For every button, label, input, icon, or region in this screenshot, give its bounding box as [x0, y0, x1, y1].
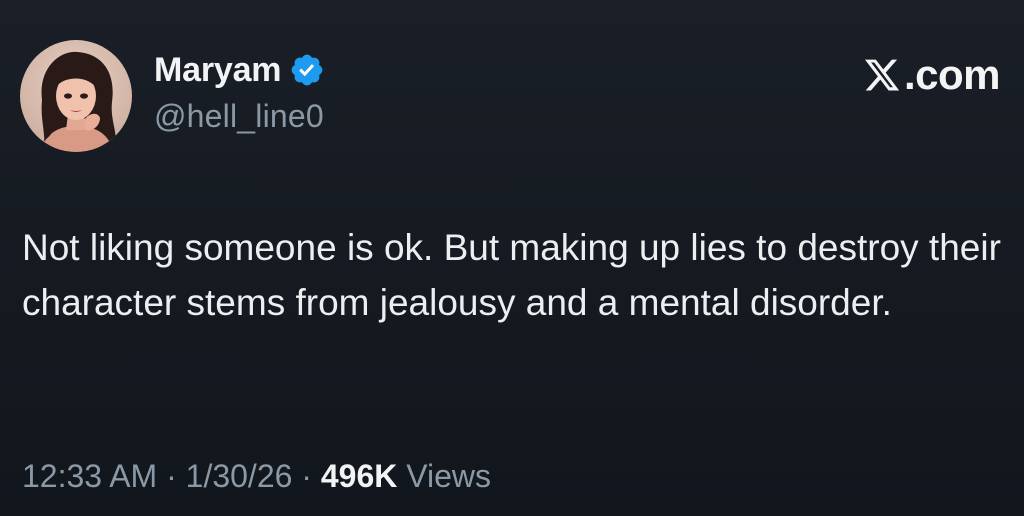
tweet-meta: 12:33 AM · 1/30/26 · 496K Views: [22, 458, 491, 495]
meta-separator: ·: [166, 458, 177, 494]
author-name-row: Maryam: [154, 48, 325, 92]
author-handle[interactable]: @hell_line0: [154, 98, 324, 135]
tweet-text: Not liking someone is ok. But making up …: [22, 227, 1001, 323]
views-count[interactable]: 496K: [321, 458, 398, 494]
avatar-illustration: [20, 40, 132, 152]
tweet-card: Maryam @hell_line0 .com Not liking someo…: [0, 0, 1024, 516]
meta-separator: ·: [301, 458, 312, 494]
tweet-time[interactable]: 12:33 AM: [22, 458, 157, 494]
tweet-date[interactable]: 1/30/26: [186, 458, 293, 494]
author-display-name[interactable]: Maryam: [154, 51, 282, 90]
verified-badge-icon: [291, 54, 323, 86]
brand-logo: .com: [862, 51, 1001, 98]
brand-domain-text: .com: [903, 51, 1001, 98]
views-label: Views: [406, 458, 492, 494]
avatar[interactable]: [20, 40, 132, 152]
x-logo-icon: [864, 59, 900, 91]
